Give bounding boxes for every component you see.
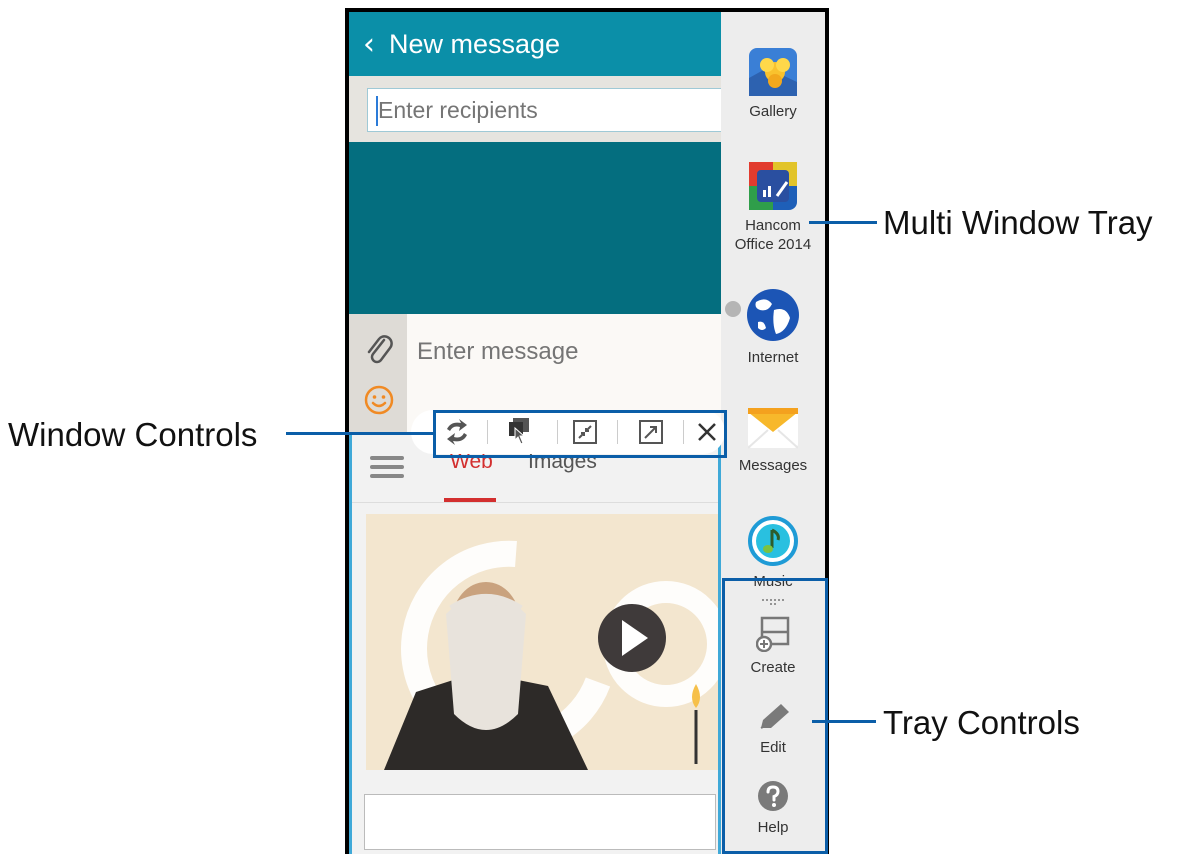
- recipient-bar: [349, 76, 721, 142]
- maximize-icon[interactable]: [635, 416, 667, 448]
- edit-pencil-icon: [760, 704, 789, 729]
- tray-control-create[interactable]: Create: [721, 616, 825, 677]
- menu-icon[interactable]: [370, 452, 404, 482]
- window-controls-bar: [411, 410, 725, 454]
- tray-app-label: Internet: [747, 349, 799, 366]
- recipients-input[interactable]: [367, 88, 721, 132]
- internet-globe-icon: [747, 289, 799, 341]
- message-input[interactable]: [417, 332, 707, 372]
- multi-window-tray-leader-line: [809, 221, 877, 224]
- close-icon[interactable]: [691, 416, 723, 448]
- tray-app-internet[interactable]: Internet: [721, 288, 825, 367]
- multi-window-tray: Gallery Hancom Office 2014 Internet Mess…: [721, 12, 825, 854]
- tray-grip-icon[interactable]: [761, 598, 785, 606]
- back-arrow-icon[interactable]: ‹: [349, 12, 389, 76]
- gallery-icon: [749, 48, 797, 96]
- separator: [617, 420, 618, 444]
- tray-control-label: Edit: [760, 739, 786, 756]
- emoticon-icon[interactable]: [363, 384, 395, 416]
- tab-divider: [352, 502, 718, 503]
- text-cursor: [376, 96, 378, 126]
- messages-envelope-icon: [748, 408, 798, 449]
- messaging-window: ‹ New message: [349, 12, 721, 432]
- tray-control-help[interactable]: Help: [721, 780, 825, 837]
- drag-content-icon[interactable]: [503, 416, 535, 448]
- tray-control-label: Help: [757, 819, 789, 836]
- google-doodle-image[interactable]: [366, 514, 718, 770]
- browser-window: Web Images: [349, 434, 721, 854]
- multi-window-tray-callout: Multi Window Tray: [883, 204, 1153, 241]
- help-question-icon: [758, 781, 788, 811]
- tray-app-label: Gallery: [749, 103, 797, 120]
- tray-app-gallery[interactable]: Gallery: [721, 48, 825, 121]
- page-title: New message: [389, 28, 561, 59]
- music-note-icon: [748, 516, 798, 566]
- conversation-area: [349, 142, 721, 314]
- create-window-icon: [756, 616, 790, 652]
- switch-windows-icon[interactable]: [441, 416, 473, 448]
- minimize-icon[interactable]: [569, 416, 601, 448]
- separator: [487, 420, 488, 444]
- search-box[interactable]: [364, 794, 716, 850]
- tray-app-hancom-office[interactable]: Hancom Office 2014: [721, 162, 825, 254]
- separator: [557, 420, 558, 444]
- tray-app-music[interactable]: Music: [721, 516, 825, 590]
- window-controls-leader-line: [286, 432, 434, 435]
- tray-control-edit[interactable]: Edit: [721, 702, 825, 757]
- tray-controls-callout: Tray Controls: [883, 704, 1080, 741]
- tray-controls-leader-line: [812, 720, 876, 723]
- tray-control-label: Create: [750, 659, 796, 676]
- paperclip-icon[interactable]: [365, 332, 393, 366]
- hancom-office-icon: [749, 162, 797, 210]
- tray-app-label: Music: [753, 573, 793, 590]
- tray-app-label: Messages: [738, 457, 808, 474]
- tray-app-messages[interactable]: Messages: [721, 404, 825, 475]
- separator: [683, 420, 684, 444]
- compose-side-panel: [349, 314, 407, 432]
- window-controls-callout: Window Controls: [8, 416, 258, 453]
- message-header: ‹ New message: [349, 12, 721, 76]
